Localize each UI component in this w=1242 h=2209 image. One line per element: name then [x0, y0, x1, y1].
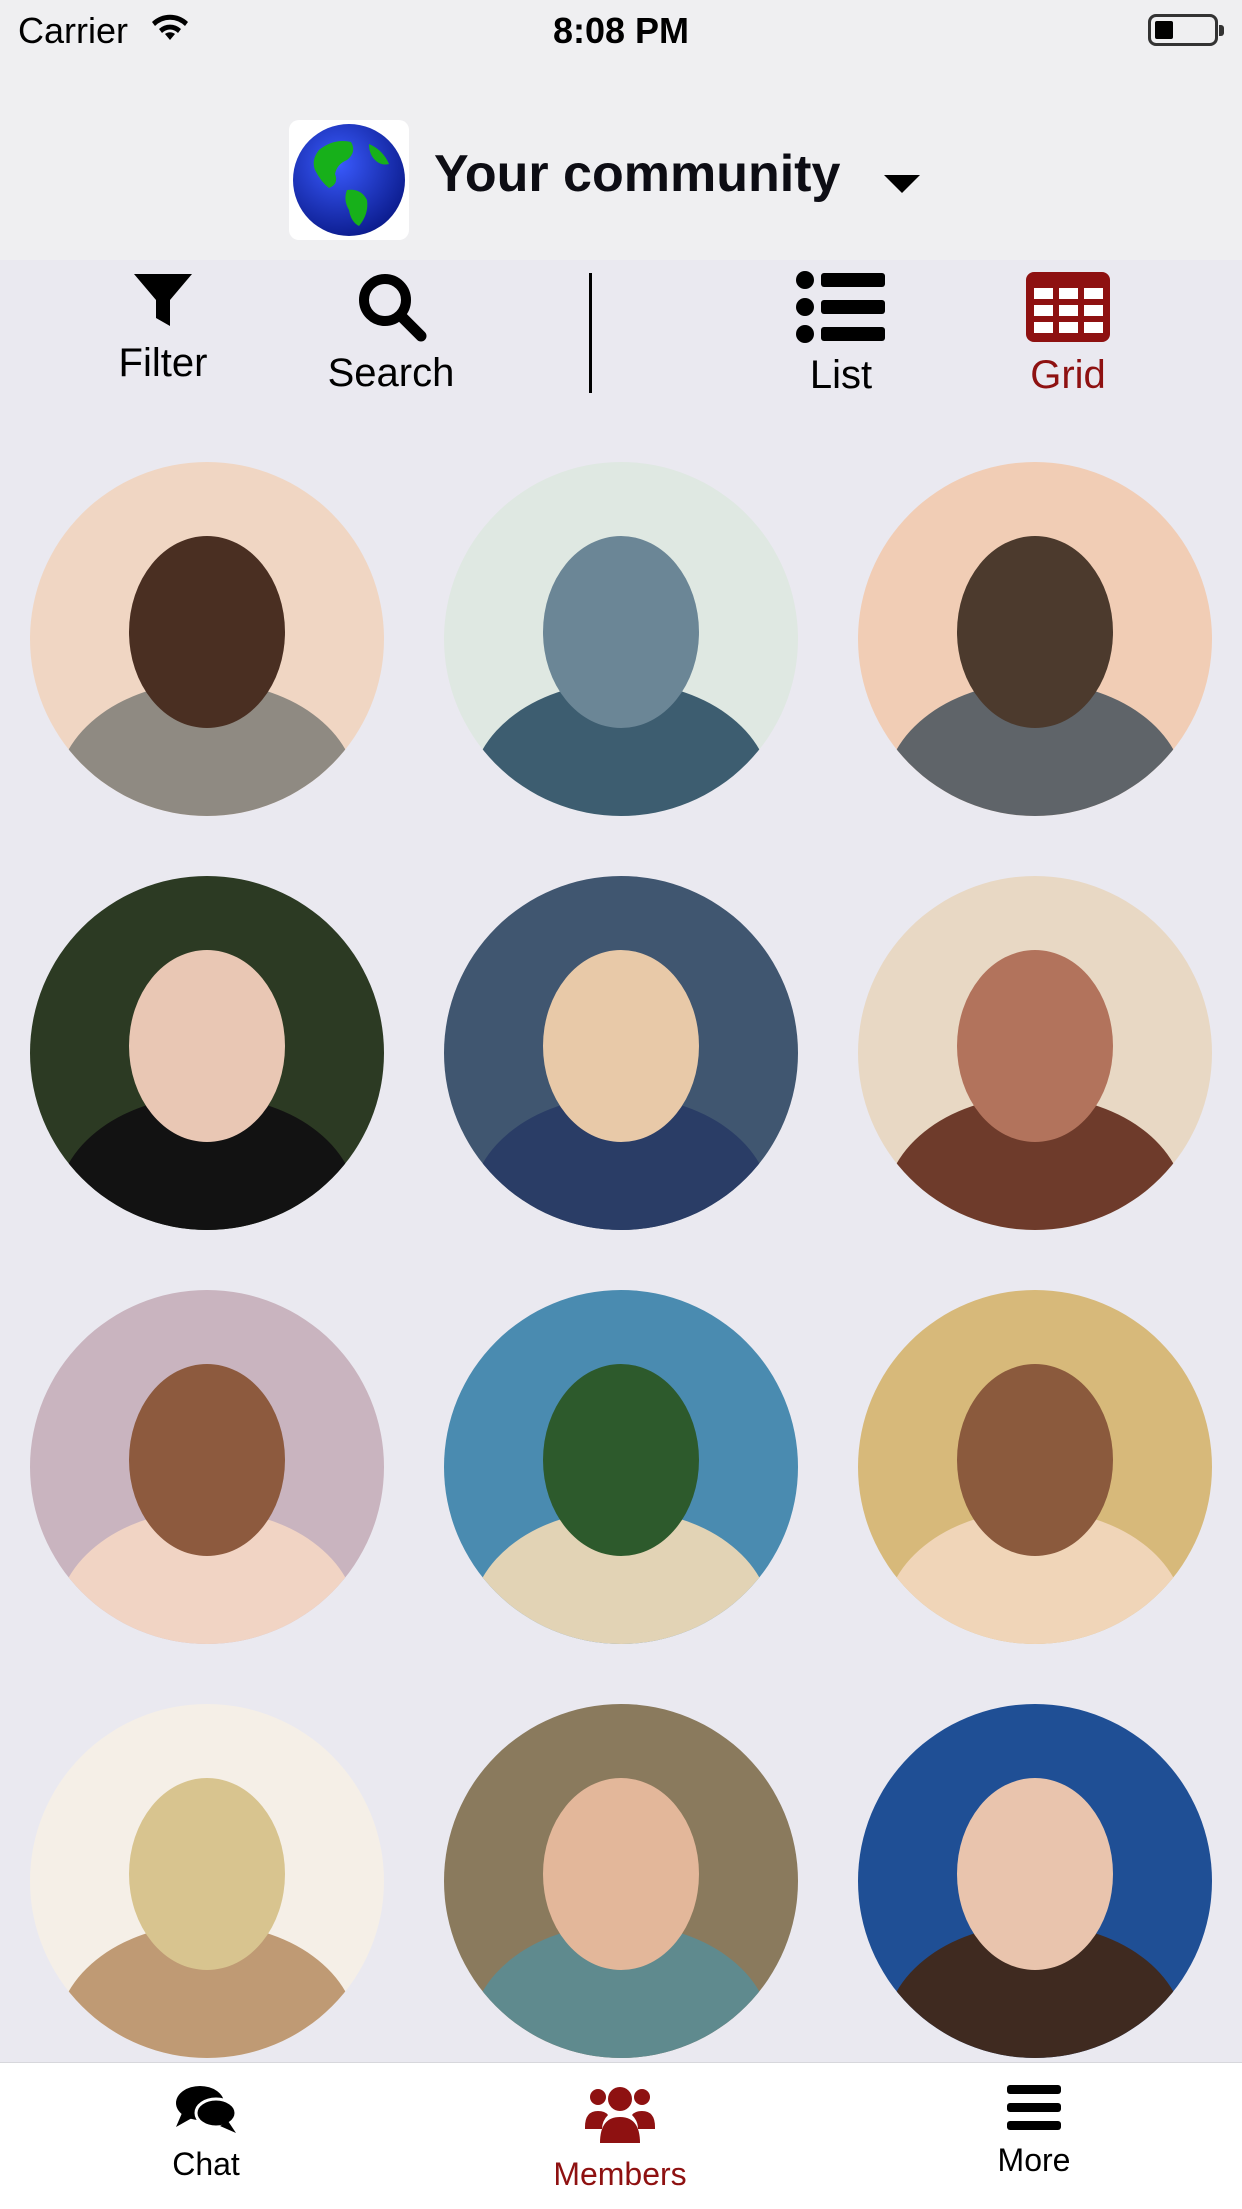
member-avatar[interactable] [444, 876, 798, 1230]
member-avatar[interactable] [858, 462, 1212, 816]
search-icon [359, 274, 427, 342]
grid-label: Grid [1030, 353, 1106, 397]
member-photo [30, 462, 384, 816]
community-title[interactable]: Your community [434, 144, 840, 204]
battery-icon [1148, 14, 1224, 46]
member-photo [30, 1290, 384, 1644]
globe-icon [293, 124, 405, 236]
toolbar-divider [589, 273, 592, 393]
list-view-button[interactable]: List [786, 270, 896, 398]
member-avatar[interactable] [858, 1704, 1212, 2058]
member-photo [30, 876, 384, 1230]
member-photo [858, 1290, 1212, 1644]
community-header: Your community [0, 60, 1242, 260]
member-photo [444, 462, 798, 816]
member-photo [858, 462, 1212, 816]
status-bar: Carrier 8:08 PM [0, 0, 1242, 60]
filter-label: Filter [118, 341, 208, 385]
member-avatar[interactable] [444, 462, 798, 816]
menu-icon [1007, 2085, 1061, 2130]
member-avatar[interactable] [30, 876, 384, 1230]
tab-members[interactable]: Members [520, 2083, 720, 2193]
member-photo [858, 876, 1212, 1230]
tab-chat-label: Chat [172, 2146, 240, 2182]
tab-chat[interactable]: Chat [106, 2083, 306, 2183]
caret-down-icon[interactable] [884, 175, 920, 193]
member-avatar[interactable] [858, 876, 1212, 1230]
member-photo [444, 1290, 798, 1644]
tab-members-label: Members [553, 2156, 687, 2192]
member-photo [858, 1704, 1212, 2058]
member-photo [30, 1704, 384, 2058]
users-icon [585, 2087, 655, 2143]
tab-bar: Chat Members More [0, 2062, 1242, 2209]
community-logo[interactable] [289, 120, 409, 240]
member-avatar[interactable] [444, 1290, 798, 1644]
list-icon [796, 271, 885, 343]
member-avatar[interactable] [858, 1290, 1212, 1644]
filter-icon [134, 274, 192, 326]
tab-more[interactable]: More [934, 2083, 1134, 2179]
status-time: 8:08 PM [552, 10, 690, 51]
search-button[interactable]: Search [318, 270, 464, 396]
member-avatar[interactable] [30, 462, 384, 816]
member-avatar[interactable] [444, 1704, 798, 2058]
member-avatar[interactable] [30, 1290, 384, 1644]
view-toolbar: Filter Search List Grid [0, 260, 1242, 420]
filter-button[interactable]: Filter [113, 270, 213, 386]
list-label: List [809, 353, 873, 397]
chat-bubbles-icon [176, 2086, 238, 2133]
search-label: Search [327, 351, 455, 395]
member-avatar[interactable] [30, 1704, 384, 2058]
member-photo [444, 876, 798, 1230]
grid-icon [1026, 272, 1110, 342]
member-photo [444, 1704, 798, 2058]
grid-view-button[interactable]: Grid [1018, 270, 1118, 398]
tab-more-label: More [997, 2142, 1071, 2178]
